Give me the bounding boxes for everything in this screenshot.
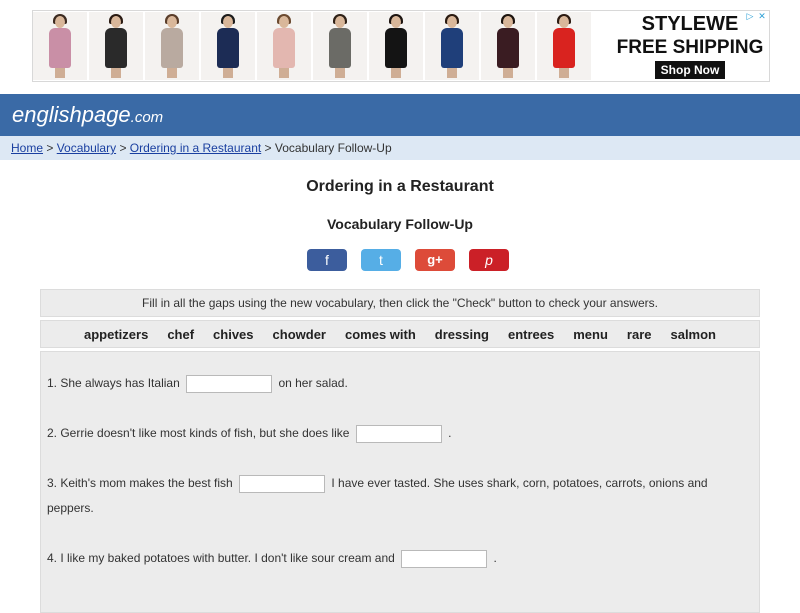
word-bank-item: appetizers [84,326,149,342]
exercise-instructions: Fill in all the gaps using the new vocab… [40,289,760,317]
answer-input[interactable] [186,374,273,393]
question-text-after: on her salad. [278,376,348,390]
question-text-before: 3. Keith's mom makes the best fish [47,476,233,490]
breadcrumb-separator: > [46,141,54,155]
ad-product-image[interactable] [369,12,423,80]
word-bank-item: comes with [345,326,416,342]
breadcrumb-link-ordering[interactable]: Ordering in a Restaurant [130,141,261,155]
ad-product-image[interactable] [425,12,479,80]
ad-controls[interactable]: ▷ ✕ [745,11,767,21]
word-bank-item: salmon [670,326,716,342]
word-bank-item: chef [167,326,195,342]
word-bank-item: entrees [507,326,555,342]
ad-product-images[interactable] [33,11,593,81]
page-subtitle: Vocabulary Follow-Up [327,216,473,232]
social-share: f t g+ p [307,249,509,271]
question-text-after: . [493,551,497,565]
breadcrumb-link-vocabulary[interactable]: Vocabulary [57,141,116,155]
google-plus-share-button[interactable]: g+ [415,249,455,271]
breadcrumb-separator: > [119,141,127,155]
word-bank: appetizers chef chives chowder comes wit… [40,320,760,348]
breadcrumb-current: Vocabulary Follow-Up [274,141,392,155]
ad-product-image[interactable] [33,12,87,80]
site-header: englishpage.com [0,94,800,136]
ad-product-image[interactable] [201,12,255,80]
question-text-before: 1. She always has Italian [47,376,180,390]
ad-headline: FREE SHIPPING [616,37,764,58]
ad-banner[interactable]: ▷ ✕ STYLEWE FREE SHIPPING Shop Now [32,10,770,82]
ad-product-image[interactable] [481,12,535,80]
ad-shop-now-button[interactable]: Shop Now [654,61,726,79]
word-bank-item: dressing [434,326,489,342]
site-logo[interactable]: englishpage.com [12,102,163,128]
question-text-before: 4. I like my baked potatoes with butter.… [47,551,395,565]
pinterest-share-button[interactable]: p [469,249,509,271]
ad-product-image[interactable] [537,12,591,80]
ad-product-image[interactable] [257,12,311,80]
page-title: Ordering in a Restaurant [306,178,494,195]
word-bank-item: menu [573,326,608,342]
question-item: 4. I like my baked potatoes with butter.… [47,546,747,571]
question-item: 2. Gerrie doesn't like most kinds of fis… [47,421,747,446]
word-bank-item: chives [213,326,254,342]
breadcrumb-link-home[interactable]: Home [11,141,43,155]
questions-panel: 1. She always has Italian on her salad. … [40,351,760,613]
ad-product-image[interactable] [313,12,367,80]
answer-input[interactable] [401,549,488,568]
question-item: 1. She always has Italian on her salad. [47,371,747,396]
breadcrumb: Home > Vocabulary > Ordering in a Restau… [0,136,800,160]
question-text-before: 2. Gerrie doesn't like most kinds of fis… [47,426,350,440]
facebook-share-button[interactable]: f [307,249,347,271]
breadcrumb-separator: > [264,141,272,155]
ad-product-image[interactable] [89,12,143,80]
twitter-share-button[interactable]: t [361,249,401,271]
ad-close-icon[interactable]: ✕ [757,11,767,21]
answer-input[interactable] [239,474,326,493]
word-bank-item: chowder [272,326,326,342]
answer-input[interactable] [355,424,442,443]
ad-product-image[interactable] [145,12,199,80]
ad-info-icon[interactable]: ▷ [745,11,755,21]
ad-brand-panel[interactable]: ▷ ✕ STYLEWE FREE SHIPPING Shop Now [611,11,769,81]
question-text-after: . [448,426,452,440]
site-logo-tld: .com [130,109,164,126]
site-logo-name: englishpage [12,102,131,127]
word-bank-item: rare [626,326,652,342]
question-item: 3. Keith's mom makes the best fish I hav… [47,471,747,521]
